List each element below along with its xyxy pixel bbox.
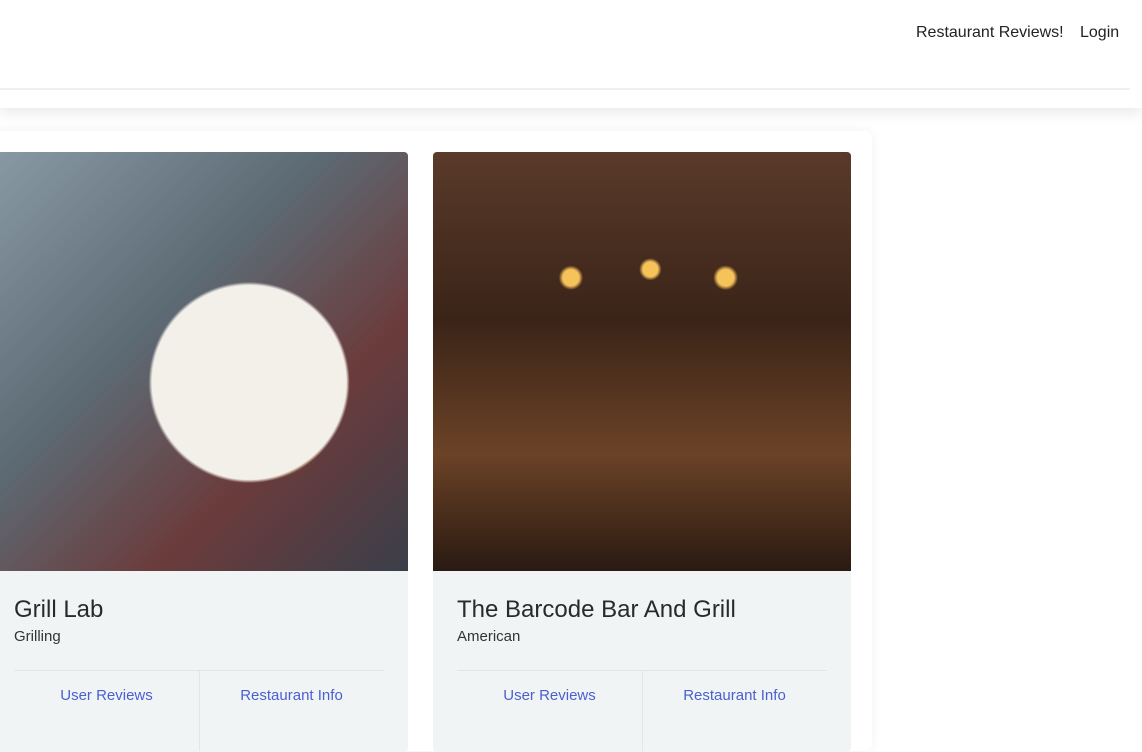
card-vertical-divider xyxy=(199,671,200,751)
restaurant-name: Grill Lab xyxy=(14,596,104,623)
user-reviews-link[interactable]: User Reviews xyxy=(14,687,199,704)
restaurant-info-link[interactable]: Restaurant Info xyxy=(199,687,384,704)
restaurant-reviews-link[interactable]: Restaurant Reviews! xyxy=(916,24,1064,42)
navbar: Restaurant Reviews! Login xyxy=(0,0,1142,108)
card-vertical-divider xyxy=(642,671,643,751)
login-link[interactable]: Login xyxy=(1080,24,1119,42)
restaurant-card: The Barcode Bar And Grill American User … xyxy=(433,152,851,752)
restaurant-info-link[interactable]: Restaurant Info xyxy=(642,687,827,704)
restaurant-image xyxy=(433,152,851,571)
restaurant-name: The Barcode Bar And Grill xyxy=(457,596,736,623)
restaurant-cuisine: Grilling xyxy=(14,628,61,645)
restaurant-card: Grill Lab Grilling User Reviews Restaura… xyxy=(0,152,408,752)
user-reviews-link[interactable]: User Reviews xyxy=(457,687,642,704)
navbar-divider xyxy=(0,88,1130,90)
restaurant-cuisine: American xyxy=(457,628,521,645)
restaurant-image xyxy=(0,152,408,571)
